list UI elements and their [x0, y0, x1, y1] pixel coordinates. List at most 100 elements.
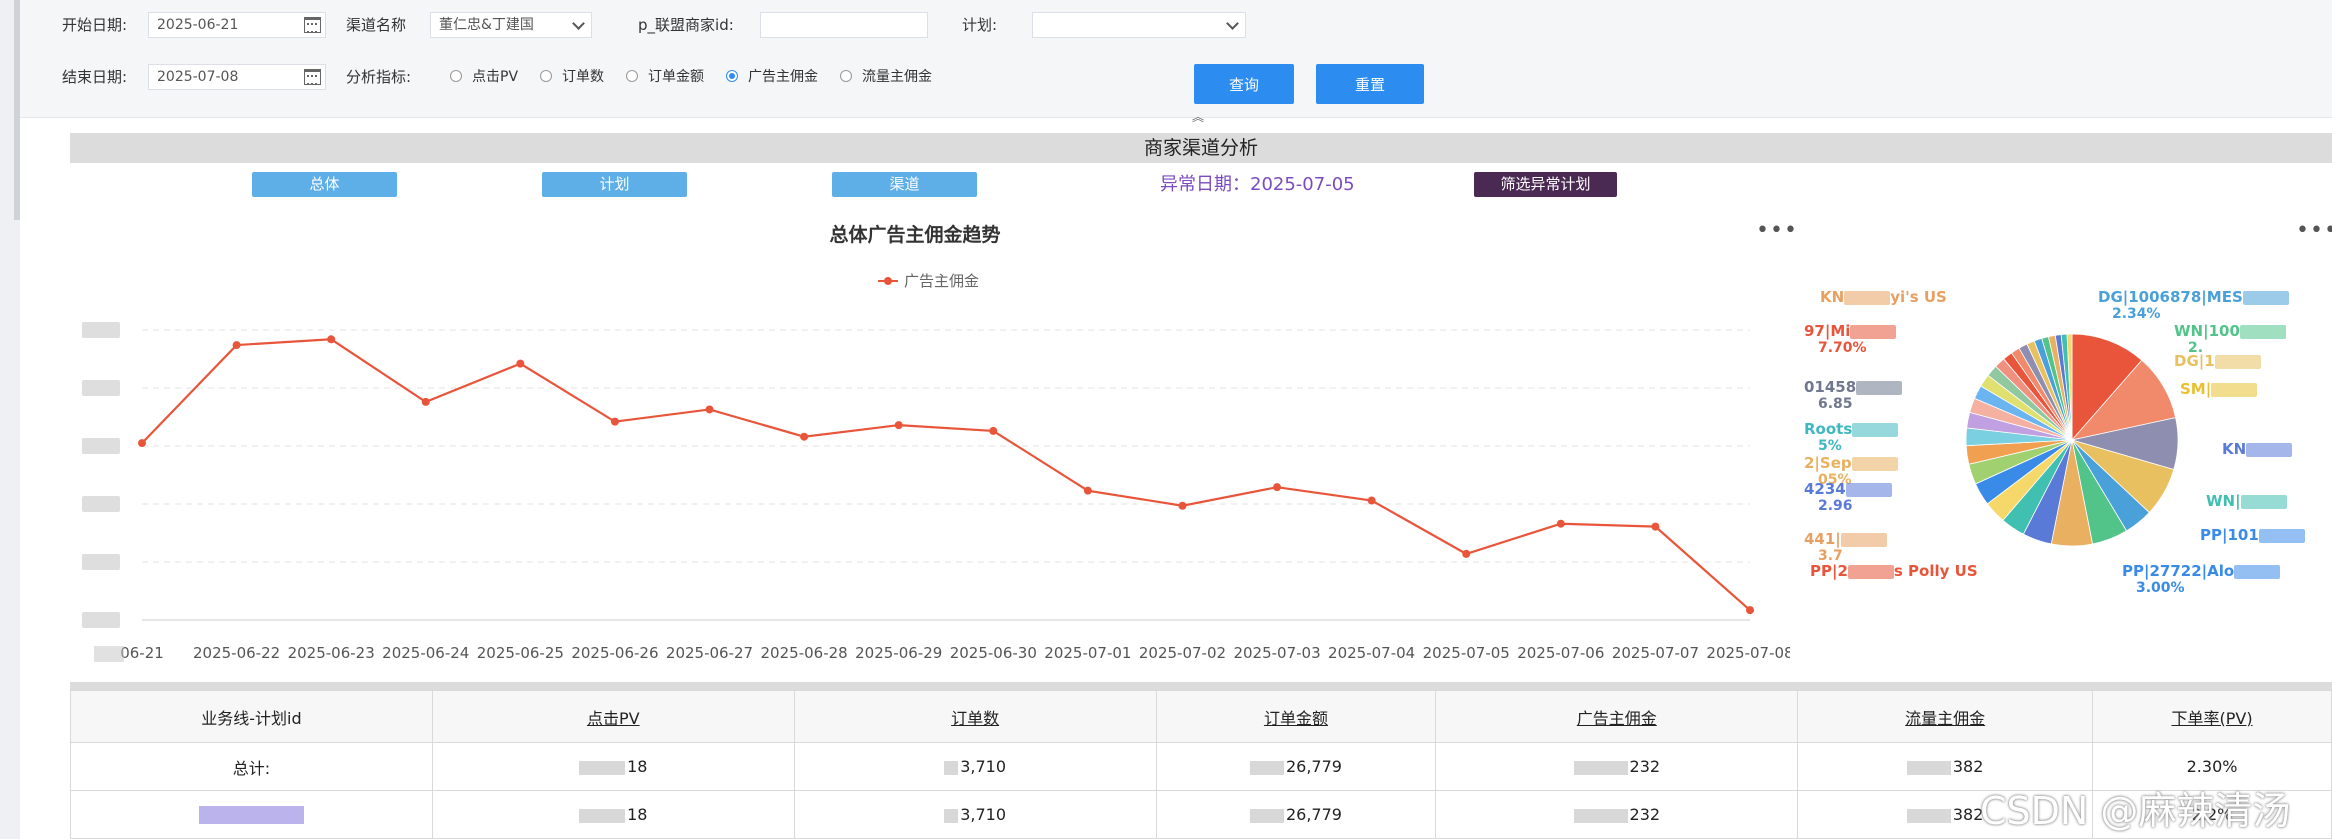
- cell-text: 26,779: [1285, 805, 1342, 824]
- pie-label: KN: [2222, 440, 2293, 458]
- column-header-advertiser-commission[interactable]: 广告主佣金: [1435, 690, 1799, 743]
- y-tick-masked: [82, 612, 120, 628]
- radio-button[interactable]: [450, 70, 462, 82]
- metric-radio-group: 点击PV 订单数 订单金额 广告主佣金 流量主佣金: [450, 66, 954, 86]
- cell-text: 232: [1629, 805, 1661, 824]
- data-point[interactable]: [1746, 606, 1754, 615]
- metric-option-click-pv[interactable]: 点击PV: [450, 66, 518, 86]
- pie-label: DG|1006878|MES 2.34%: [2098, 288, 2289, 322]
- collapse-caret-icon[interactable]: ︽: [1192, 108, 1204, 125]
- reset-button[interactable]: 重置: [1316, 64, 1424, 104]
- left-scroll-rail[interactable]: [0, 0, 20, 839]
- column-header-order-amount[interactable]: 订单金额: [1155, 690, 1437, 743]
- pie-label-masked: [1850, 324, 1897, 339]
- channel-label: 渠道名称: [346, 16, 407, 34]
- data-point[interactable]: [138, 439, 146, 448]
- table-cell: 18: [431, 790, 795, 839]
- data-point[interactable]: [1462, 549, 1471, 558]
- pie-label: PP|27722|Alo 3.00%: [2122, 562, 2281, 596]
- pie-label-text: 441|: [1804, 530, 1841, 548]
- data-point[interactable]: [516, 359, 525, 368]
- data-point[interactable]: [1556, 519, 1565, 528]
- table-cell: 232: [1435, 742, 1799, 791]
- data-point[interactable]: [1083, 486, 1092, 495]
- pie-label-text: WN|: [2206, 492, 2241, 510]
- metric-option-traffic-commission[interactable]: 流量主佣金: [840, 66, 932, 86]
- filter-anomaly-plan-button[interactable]: 筛选异常计划: [1474, 172, 1617, 197]
- calendar-icon[interactable]: [304, 69, 321, 85]
- data-point[interactable]: [989, 426, 998, 435]
- data-point[interactable]: [1178, 501, 1187, 510]
- chevron-down-icon[interactable]: [572, 17, 585, 30]
- radio-button[interactable]: [540, 70, 553, 82]
- query-button[interactable]: 查询: [1194, 64, 1294, 104]
- radio-button[interactable]: [626, 70, 639, 82]
- metric-option-orders[interactable]: 订单数: [540, 66, 604, 86]
- pie-label-percent: 2.96: [1818, 498, 1853, 514]
- cell-text: 2.30%: [2186, 757, 2238, 776]
- data-point[interactable]: [894, 421, 903, 430]
- data-point[interactable]: [800, 432, 809, 441]
- column-header-order-rate[interactable]: 下单率(PV): [2092, 690, 2332, 743]
- data-point[interactable]: [1367, 496, 1376, 505]
- start-date-field[interactable]: 2025-06-21: [148, 12, 326, 38]
- header-label: 下单率(PV): [2171, 708, 2253, 728]
- tab-plan[interactable]: 计划: [542, 172, 687, 197]
- start-date-value: 2025-06-21: [157, 17, 239, 33]
- metric-label: 分析指标:: [346, 68, 412, 86]
- column-header-click-pv[interactable]: 点击PV: [431, 690, 795, 743]
- cell-text: 382: [1952, 757, 1984, 776]
- pie-label-text: KN: [2222, 440, 2247, 458]
- metric-option-label: 订单金额: [648, 69, 705, 85]
- plan-select[interactable]: [1032, 12, 1246, 38]
- pie-label: DG|1: [2174, 352, 2261, 370]
- merchant-id-input[interactable]: [760, 12, 928, 38]
- radio-button[interactable]: [840, 70, 853, 82]
- pie-label-text: SM|: [2180, 380, 2212, 398]
- tab-channel[interactable]: 渠道: [832, 172, 977, 197]
- pie-label-masked: [1845, 482, 1892, 497]
- chevron-down-icon[interactable]: [1226, 17, 1239, 30]
- cell-text: 3,710: [960, 805, 1006, 824]
- pie-label-text: 2|Sep: [1804, 454, 1852, 472]
- calendar-icon[interactable]: [304, 17, 321, 33]
- metric-option-order-amount[interactable]: 订单金额: [626, 66, 704, 86]
- x-tick-label: 2025-07-02: [1139, 644, 1226, 662]
- radio-button-selected[interactable]: [726, 70, 739, 82]
- cell-text: 382: [1952, 805, 1984, 824]
- plan-label: 计划:: [962, 16, 998, 34]
- pie-label: PP|2 s Polly US: [1810, 562, 1978, 580]
- plan-id-link[interactable]: [198, 806, 304, 825]
- table-cell: 232: [1435, 790, 1799, 839]
- column-header-orders[interactable]: 订单数: [793, 690, 1157, 743]
- cell-text: 26,779: [1285, 757, 1342, 776]
- x-tick-masked: [94, 646, 124, 662]
- y-tick-masked: [82, 380, 120, 396]
- column-header-traffic-commission[interactable]: 流量主佣金: [1797, 690, 2094, 743]
- tab-overall[interactable]: 总体: [252, 172, 397, 197]
- data-point[interactable]: [421, 397, 430, 406]
- pie-label-masked: [2214, 354, 2261, 369]
- data-point[interactable]: [327, 335, 336, 344]
- pie-label: WN|100 2.: [2174, 322, 2286, 356]
- data-point[interactable]: [232, 341, 241, 350]
- pie-label-masked: [2242, 290, 2289, 305]
- y-tick-masked: [82, 554, 120, 570]
- y-tick-masked: [82, 438, 120, 454]
- pie-label-tail: yi's US: [1890, 288, 1947, 306]
- end-date-field[interactable]: 2025-07-08: [148, 64, 326, 90]
- pie-label: SM|: [2180, 380, 2258, 398]
- pie-label-text: WN|100: [2174, 322, 2240, 340]
- x-tick-label: 2025-06-26: [571, 644, 658, 662]
- pie-label: KN yi's US: [1820, 288, 1947, 306]
- table-cell: 3,710: [793, 742, 1157, 791]
- data-point[interactable]: [1273, 483, 1282, 492]
- table-cell[interactable]: [70, 790, 433, 839]
- data-point[interactable]: [705, 405, 714, 414]
- data-point[interactable]: [1651, 522, 1660, 531]
- metric-option-advertiser-commission[interactable]: 广告主佣金: [726, 66, 818, 86]
- x-tick-label: 2025-07-07: [1612, 644, 1699, 662]
- channel-select[interactable]: 董仁忠&丁建国: [430, 12, 592, 38]
- header-label: 订单金额: [1263, 708, 1328, 728]
- data-point[interactable]: [610, 417, 619, 426]
